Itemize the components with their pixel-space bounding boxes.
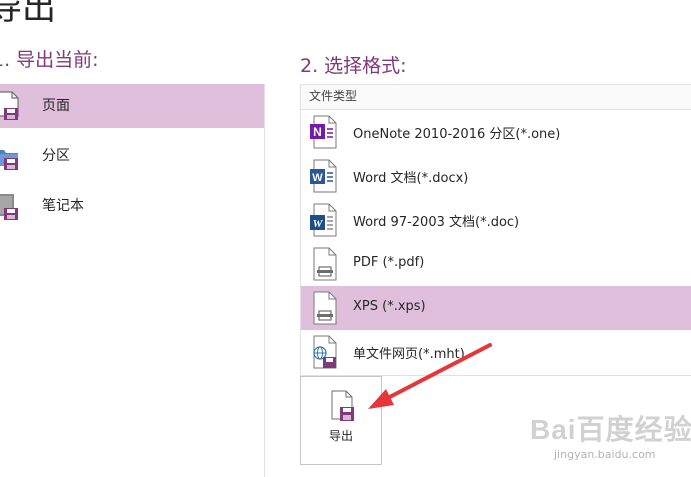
format-item-label: XPS (*.xps) [353, 299, 426, 314]
svg-text:W: W [312, 172, 323, 184]
watermark-brand: Bai百度经验 [530, 414, 691, 445]
svg-text:W: W [313, 218, 324, 230]
section-save-icon [0, 150, 18, 170]
pdf-file-icon [313, 247, 337, 281]
svg-text:N: N [313, 125, 322, 139]
page-title: 导出 [0, 0, 56, 28]
export-save-icon [331, 390, 354, 421]
scope-list: 页面 分区 笔记本 [0, 84, 264, 234]
format-item-doc[interactable]: W Word 97-2003 文档(*.doc) [301, 198, 691, 242]
scope-item-page[interactable]: 页面 [0, 84, 264, 128]
format-item-label: Word 文档(*.docx) [353, 171, 469, 186]
onenote-file-icon: N [310, 115, 337, 149]
mht-web-icon [313, 335, 337, 369]
format-list: 文件类型 N OneNote 2010-2016 分区(*.one) W Wor… [300, 84, 691, 376]
format-item-label: OneNote 2010-2016 分区(*.one) [353, 127, 561, 142]
scope-item-label: 页面 [42, 98, 70, 114]
scope-item-label: 分区 [42, 148, 70, 164]
format-column-header: 文件类型 [301, 85, 691, 110]
notebook-save-icon [0, 194, 18, 220]
format-item-docx[interactable]: W Word 文档(*.docx) [301, 154, 691, 198]
scope-item-notebook[interactable]: 笔记本 [0, 184, 264, 228]
scope-item-section[interactable]: 分区 [0, 134, 264, 178]
format-item-label: PDF (*.pdf) [353, 255, 425, 270]
xps-file-icon [313, 291, 337, 325]
format-heading: 2. 选择格式: [300, 55, 407, 77]
format-item-onenote[interactable]: N OneNote 2010-2016 分区(*.one) [301, 110, 691, 154]
watermark: Bai百度经验 jingyan.baidu.com [530, 408, 691, 468]
scope-item-label: 笔记本 [42, 198, 84, 214]
column-divider [264, 84, 265, 477]
export-button-label: 导出 [328, 429, 353, 443]
scope-heading: 1. 导出当前: [0, 49, 99, 71]
format-item-pdf[interactable]: PDF (*.pdf) [301, 242, 691, 286]
page-save-icon [0, 91, 19, 120]
annotation-arrow [368, 343, 492, 409]
format-item-xps[interactable]: XPS (*.xps) [301, 286, 691, 330]
word-doc-icon: W [310, 203, 337, 237]
format-item-label: Word 97-2003 文档(*.doc) [353, 215, 520, 230]
word-docx-icon: W [310, 159, 337, 193]
watermark-url: jingyan.baidu.com [554, 448, 656, 461]
